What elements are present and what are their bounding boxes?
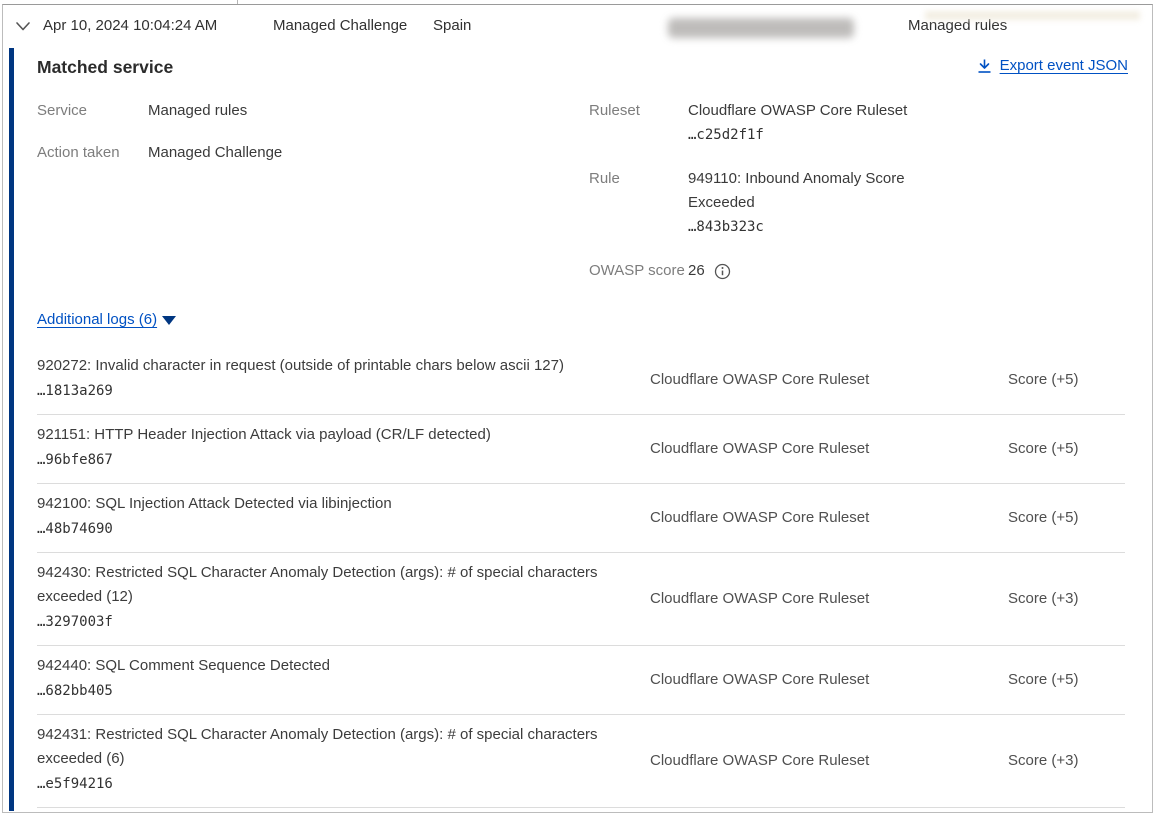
rule-id-hash: …843b323c <box>688 215 933 239</box>
log-row: 942100: SQL Injection Attack Detected vi… <box>37 484 1125 553</box>
log-score: Score (+5) <box>972 371 1125 388</box>
event-action: Managed Challenge <box>273 17 407 34</box>
log-rule-hash: …3297003f <box>37 609 630 635</box>
log-row: 921151: HTTP Header Injection Attack via… <box>37 415 1125 484</box>
additional-logs-table: 920272: Invalid character in request (ou… <box>37 346 1125 808</box>
service-label: Service <box>37 101 148 121</box>
export-event-json-link[interactable]: Export event JSON <box>977 57 1128 74</box>
owasp-score-value: 26 <box>688 261 705 281</box>
log-row: 942430: Restricted SQL Character Anomaly… <box>37 553 1125 646</box>
firewall-event-expanded-row: Apr 10, 2024 10:04:24 AM Managed Challen… <box>2 4 1153 813</box>
matched-service-title: Matched service <box>37 57 173 78</box>
log-score: Score (+5) <box>972 509 1125 526</box>
ruleset-id-hash: …c25d2f1f <box>688 123 933 147</box>
owasp-score-label: OWASP score <box>589 259 688 283</box>
log-ruleset: Cloudflare OWASP Core Ruleset <box>650 371 972 388</box>
additional-logs-label: Additional logs (6) <box>37 311 157 328</box>
chevron-down-icon[interactable] <box>15 20 31 32</box>
log-rule-title: 921151: HTTP Header Injection Attack via… <box>37 423 630 447</box>
info-icon[interactable] <box>714 263 731 280</box>
ruleset-field: Ruleset Cloudflare OWASP Core Ruleset …c… <box>589 99 933 147</box>
rule-label: Rule <box>589 167 688 239</box>
log-rule-title: 942431: Restricted SQL Character Anomaly… <box>37 723 630 771</box>
download-icon <box>977 58 992 74</box>
log-rule-title: 920272: Invalid character in request (ou… <box>37 354 630 378</box>
rule-value: 949110: Inbound Anomaly Score Exceeded <box>688 167 933 215</box>
log-row: 920272: Invalid character in request (ou… <box>37 346 1125 415</box>
owasp-score-field: OWASP score 26 <box>589 259 933 283</box>
log-score: Score (+5) <box>972 671 1125 688</box>
log-ruleset: Cloudflare OWASP Core Ruleset <box>650 590 972 607</box>
expanded-row-accent-bar <box>9 48 14 811</box>
additional-logs-toggle[interactable]: Additional logs (6) <box>37 311 176 328</box>
ruleset-value: Cloudflare OWASP Core Ruleset <box>688 99 933 123</box>
redacted-host-value <box>668 18 854 38</box>
service-value: Managed rules <box>148 101 247 121</box>
action-taken-label: Action taken <box>37 143 148 163</box>
log-ruleset: Cloudflare OWASP Core Ruleset <box>650 440 972 457</box>
event-country: Spain <box>433 17 471 34</box>
export-event-json-label: Export event JSON <box>1000 57 1128 74</box>
event-timestamp: Apr 10, 2024 10:04:24 AM <box>43 17 217 34</box>
log-ruleset: Cloudflare OWASP Core Ruleset <box>650 509 972 526</box>
log-ruleset: Cloudflare OWASP Core Ruleset <box>650 752 972 769</box>
log-rule-hash: …48b74690 <box>37 516 630 542</box>
caret-down-icon <box>162 316 176 325</box>
rule-field: Rule 949110: Inbound Anomaly Score Excee… <box>589 167 933 239</box>
log-rule-hash: …1813a269 <box>37 378 630 404</box>
log-ruleset: Cloudflare OWASP Core Ruleset <box>650 671 972 688</box>
log-score: Score (+3) <box>972 752 1125 769</box>
log-rule-hash: …e5f94216 <box>37 771 630 797</box>
ruleset-label: Ruleset <box>589 99 688 147</box>
log-rule-title: 942430: Restricted SQL Character Anomaly… <box>37 561 630 609</box>
redacted-remnant <box>925 11 1140 20</box>
log-row: 942431: Restricted SQL Character Anomaly… <box>37 715 1125 808</box>
action-taken-value: Managed Challenge <box>148 143 282 163</box>
log-rule-hash: …682bb405 <box>37 678 630 704</box>
log-rule-title: 942100: SQL Injection Attack Detected vi… <box>37 492 630 516</box>
action-taken-field: Action taken Managed Challenge <box>37 143 282 163</box>
log-rule-title: 942440: SQL Comment Sequence Detected <box>37 654 630 678</box>
log-score: Score (+5) <box>972 440 1125 457</box>
log-rule-hash: …96bfe867 <box>37 447 630 473</box>
service-field: Service Managed rules <box>37 101 282 121</box>
log-row: 942440: SQL Comment Sequence Detected …6… <box>37 646 1125 715</box>
log-score: Score (+3) <box>972 590 1125 607</box>
